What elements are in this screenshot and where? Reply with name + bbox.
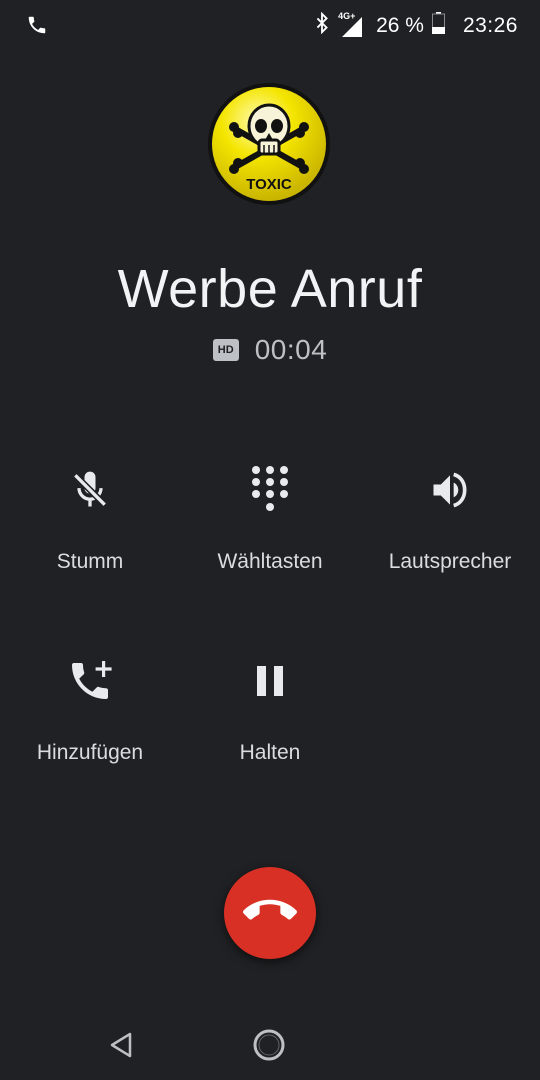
add-call-icon: [0, 651, 180, 711]
battery-icon: [431, 12, 445, 40]
call-end-icon: [243, 884, 297, 943]
phone-icon: [26, 14, 48, 41]
speaker-label: Lautsprecher: [388, 550, 512, 573]
end-call-button[interactable]: [224, 867, 316, 959]
dialpad-button[interactable]: Wähltasten: [180, 460, 360, 574]
speaker-icon: [360, 460, 540, 520]
mute-button[interactable]: Stumm: [0, 460, 180, 574]
status-indicators: 4G+ 26 % 23:26: [314, 11, 518, 40]
hold-button[interactable]: Halten: [180, 651, 360, 765]
home-icon[interactable]: [252, 1028, 286, 1067]
hd-badge: HD: [212, 339, 239, 361]
in-call-screen: 4G+ 26 % 23:26 TOXIC Werbe Anruf HD 00:0…: [0, 0, 540, 1080]
back-icon[interactable]: [108, 1030, 134, 1065]
caller-name: Werbe Anruf: [117, 259, 423, 319]
battery-percent: 26 %: [376, 14, 424, 37]
add-call-label: Hinzufügen: [36, 741, 144, 764]
mute-label: Stumm: [56, 550, 124, 573]
navigation-bar: [0, 1010, 540, 1080]
call-meta: HD 00:04: [0, 334, 540, 366]
hold-label: Halten: [239, 741, 301, 764]
caller-avatar: TOXIC: [207, 82, 331, 206]
dialpad-icon: [180, 460, 360, 520]
call-duration: 00:04: [254, 334, 328, 365]
mic-off-icon: [0, 460, 180, 520]
dialpad-label: Wähltasten: [217, 550, 323, 573]
status-bar: 4G+ 26 % 23:26: [0, 0, 540, 52]
speaker-button[interactable]: Lautsprecher: [360, 460, 540, 574]
avatar-toxic-label: TOXIC: [246, 176, 292, 193]
status-time: 23:26: [462, 14, 518, 37]
signal-icon: 4G+: [338, 11, 364, 39]
pause-icon: [180, 651, 360, 711]
bluetooth-icon: [314, 11, 330, 40]
add-call-button[interactable]: Hinzufügen: [0, 651, 180, 765]
